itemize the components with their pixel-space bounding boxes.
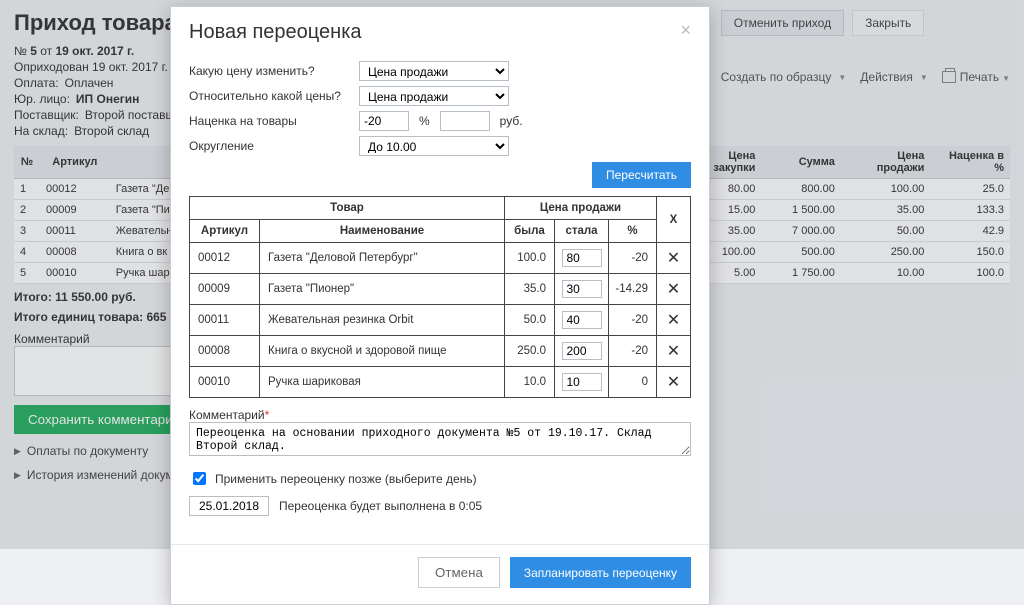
markup-label: Наценка на товары — [189, 114, 349, 128]
revaluation-row: 00010Ручка шариковая10.0 0 ✕ — [190, 367, 691, 398]
markup-pct-input[interactable] — [359, 111, 409, 131]
revaluation-modal: Новая переоценка × Какую цену изменить? … — [170, 6, 710, 605]
apply-later-checkbox[interactable] — [193, 472, 206, 485]
cell-name: Газета "Пионер" — [260, 274, 505, 305]
now-input[interactable] — [562, 249, 602, 267]
th-delete: X — [657, 197, 691, 243]
cell-now — [555, 336, 609, 367]
recalc-button[interactable]: Пересчитать — [592, 162, 691, 188]
revaluation-row: 00012Газета "Деловой Петербург"100.0 -20 ✕ — [190, 243, 691, 274]
apply-later-label: Применить переоценку позже (выберите ден… — [215, 472, 477, 486]
revaluation-row: 00009Газета "Пионер"35.0 -14.29 ✕ — [190, 274, 691, 305]
cell-now — [555, 367, 609, 398]
round-label: Округление — [189, 139, 349, 153]
delete-row-icon[interactable]: ✕ — [667, 312, 680, 329]
cell-name: Газета "Деловой Петербург" — [260, 243, 505, 274]
cell-sku: 00009 — [190, 274, 260, 305]
apply-time-note: Переоценка будет выполнена в 0:05 — [279, 499, 482, 513]
round-select[interactable]: До 10.00 — [359, 136, 509, 156]
cell-pct: -20 — [609, 243, 657, 274]
which-price-select[interactable]: Цена продажи — [359, 61, 509, 81]
th-was: была — [505, 220, 555, 243]
relative-price-select[interactable]: Цена продажи — [359, 86, 509, 106]
cell-name: Жевательная резинка Orbit — [260, 305, 505, 336]
close-icon[interactable]: × — [680, 21, 691, 39]
th-name: Наименование — [260, 220, 505, 243]
cell-pct: -20 — [609, 336, 657, 367]
th-product: Товар — [190, 197, 505, 220]
relative-price-label: Относительно какой цены? — [189, 89, 349, 103]
now-input[interactable] — [562, 373, 602, 391]
cell-name: Книга о вкусной и здоровой пище — [260, 336, 505, 367]
cell-pct: -20 — [609, 305, 657, 336]
apply-date-input[interactable] — [189, 496, 269, 516]
now-input[interactable] — [562, 311, 602, 329]
modal-comment-label: Комментарий* — [189, 408, 691, 422]
pct-sign: % — [419, 114, 430, 128]
which-price-label: Какую цену изменить? — [189, 64, 349, 78]
th-pct: % — [609, 220, 657, 243]
cell-name: Ручка шариковая — [260, 367, 505, 398]
modal-cancel-button[interactable]: Отмена — [418, 557, 500, 588]
delete-row-icon[interactable]: ✕ — [667, 281, 680, 298]
schedule-button[interactable]: Запланировать переоценку — [510, 557, 691, 588]
modal-comment-textarea[interactable]: Переоценка на основании приходного докум… — [189, 422, 691, 456]
cell-sku: 00008 — [190, 336, 260, 367]
cell-sku: 00012 — [190, 243, 260, 274]
cell-sku: 00011 — [190, 305, 260, 336]
cell-now — [555, 243, 609, 274]
delete-row-icon[interactable]: ✕ — [667, 374, 680, 391]
now-input[interactable] — [562, 342, 602, 360]
revaluation-row: 00008Книга о вкусной и здоровой пище250.… — [190, 336, 691, 367]
cell-was: 100.0 — [505, 243, 555, 274]
delete-row-icon[interactable]: ✕ — [667, 250, 680, 267]
cell-pct: -14.29 — [609, 274, 657, 305]
cell-was: 35.0 — [505, 274, 555, 305]
cell-now — [555, 274, 609, 305]
cell-was: 50.0 — [505, 305, 555, 336]
cell-was: 10.0 — [505, 367, 555, 398]
cell-sku: 00010 — [190, 367, 260, 398]
revaluation-table: Товар Цена продажи X Артикул Наименовани… — [189, 196, 691, 398]
cell-was: 250.0 — [505, 336, 555, 367]
th-sku: Артикул — [190, 220, 260, 243]
th-now: стала — [555, 220, 609, 243]
markup-rub-input[interactable] — [440, 111, 490, 131]
modal-title: Новая переоценка — [189, 21, 362, 44]
delete-row-icon[interactable]: ✕ — [667, 343, 680, 360]
th-sale-price: Цена продажи — [505, 197, 657, 220]
cell-pct: 0 — [609, 367, 657, 398]
revaluation-row: 00011Жевательная резинка Orbit50.0 -20 ✕ — [190, 305, 691, 336]
now-input[interactable] — [562, 280, 602, 298]
rub-label: руб. — [500, 114, 523, 128]
cell-now — [555, 305, 609, 336]
